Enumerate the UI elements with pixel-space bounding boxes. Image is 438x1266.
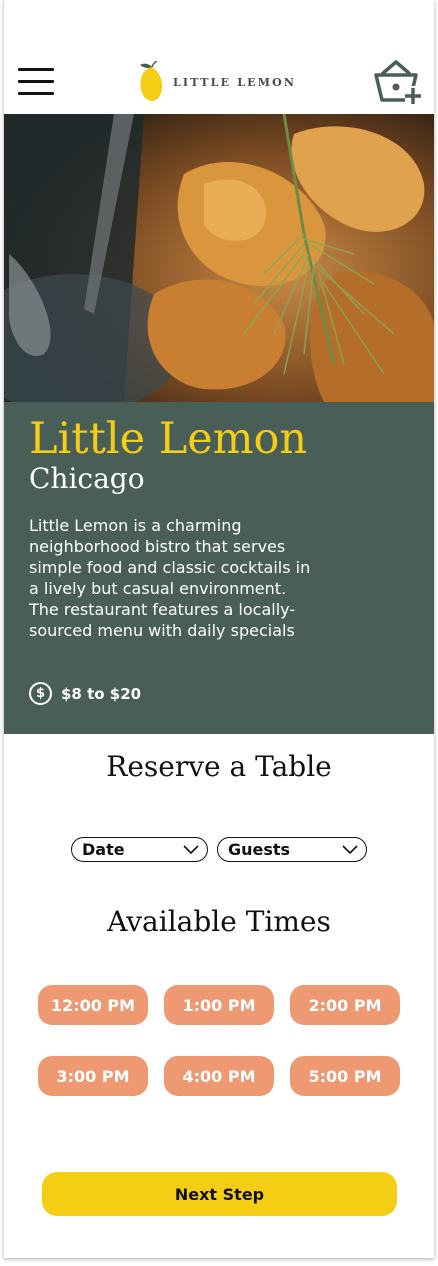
price-range: $ $8 to $20 bbox=[29, 682, 141, 705]
restaurant-description: Little Lemon is a charming neighborhood … bbox=[29, 516, 311, 640]
dollar-circle-icon: $ bbox=[29, 682, 52, 705]
time-slot-button[interactable]: 2:00 PM bbox=[290, 985, 400, 1025]
guests-select[interactable]: Guests bbox=[217, 837, 367, 862]
date-select[interactable]: Date bbox=[71, 837, 208, 862]
next-step-button[interactable]: Next Step bbox=[42, 1172, 397, 1216]
brand-name: LITTLE LEMON bbox=[173, 75, 297, 89]
time-slot-button[interactable]: 5:00 PM bbox=[290, 1056, 400, 1096]
available-times-title: Available Times bbox=[107, 905, 331, 938]
time-slot-button[interactable]: 4:00 PM bbox=[164, 1056, 274, 1096]
restaurant-city: Chicago bbox=[29, 462, 145, 495]
price-range-text: $8 to $20 bbox=[61, 684, 142, 703]
chevron-down-icon bbox=[342, 844, 358, 854]
app-frame: LITTLE LEMON Little Lemon Chicago Little… bbox=[4, 0, 434, 1258]
logo[interactable]: LITTLE LEMON bbox=[138, 60, 298, 104]
guests-select-label: Guests bbox=[228, 840, 291, 859]
restaurant-name: Little Lemon bbox=[29, 414, 308, 464]
reserve-title: Reserve a Table bbox=[106, 750, 332, 783]
time-slot-button[interactable]: 12:00 PM bbox=[38, 985, 148, 1025]
time-slot-button[interactable]: 3:00 PM bbox=[38, 1056, 148, 1096]
basket-add-icon[interactable] bbox=[372, 60, 422, 106]
date-select-label: Date bbox=[82, 840, 125, 859]
restaurant-info-panel: Little Lemon Chicago Little Lemon is a c… bbox=[4, 402, 434, 734]
header: LITTLE LEMON bbox=[4, 0, 434, 114]
lemon-logo-icon bbox=[140, 61, 163, 101]
time-slot-button[interactable]: 1:00 PM bbox=[164, 985, 274, 1025]
hamburger-menu-icon[interactable] bbox=[18, 68, 54, 96]
hero-image bbox=[4, 114, 434, 402]
chevron-down-icon bbox=[183, 844, 199, 854]
